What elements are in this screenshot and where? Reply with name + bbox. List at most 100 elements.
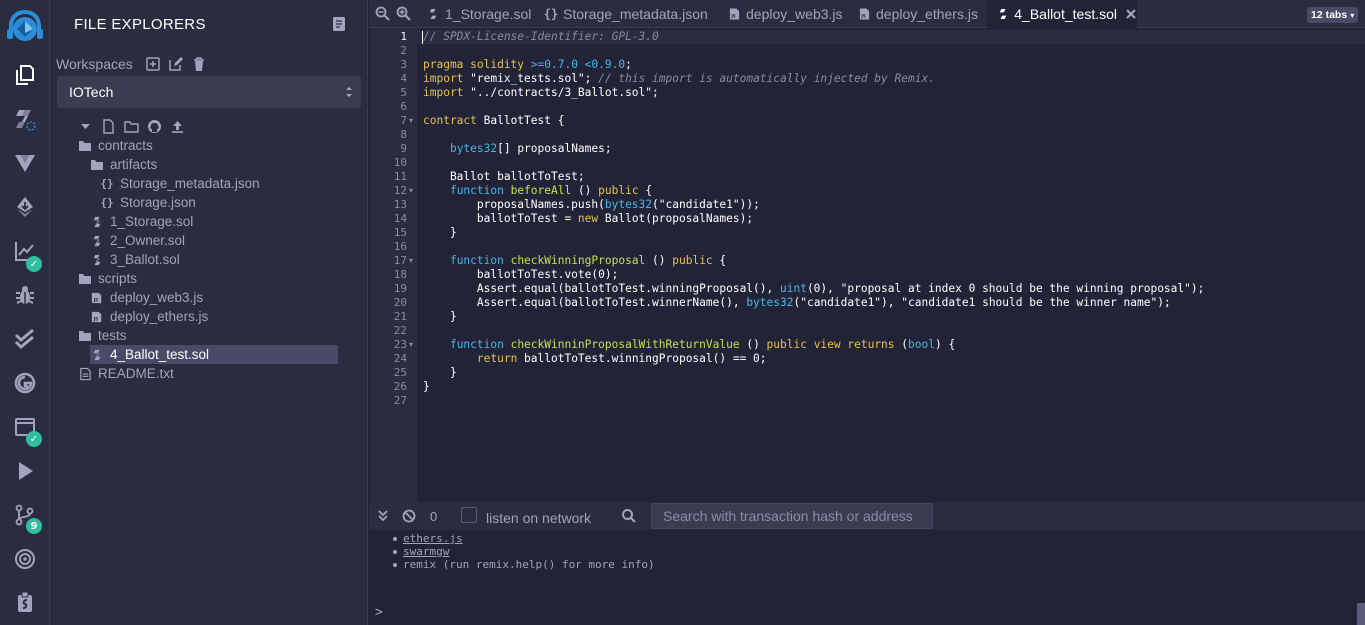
remix-logo-icon[interactable]	[4, 7, 46, 47]
git-badge: 9	[26, 518, 42, 534]
tree-file[interactable]: 2_Owner.sol	[90, 231, 185, 250]
zoom-in-icon[interactable]	[396, 6, 411, 21]
code-token: bytes32	[746, 296, 794, 309]
gas-icon[interactable]	[11, 369, 39, 397]
code-token: }	[423, 226, 457, 239]
workspace-select-value: IOTech	[69, 84, 114, 100]
line-number: 24	[393, 352, 407, 365]
list-bullet	[393, 563, 397, 567]
code-token: import	[423, 86, 471, 99]
terminal-link[interactable]: ethers.js	[403, 532, 463, 545]
code-line: pragma solidity >=0.7.0 <0.9.0;	[423, 58, 632, 71]
settings-icon[interactable]	[11, 588, 39, 616]
line-number: 21	[393, 310, 407, 323]
line-number: 12	[393, 184, 407, 197]
editor-tab[interactable]: JS deploy_ethers.js	[848, 0, 987, 28]
clear-console-icon[interactable]	[402, 509, 416, 523]
fold-toggle-icon[interactable]: ▾	[409, 116, 413, 125]
deploy-run-icon[interactable]	[11, 193, 39, 221]
tree-folder[interactable]: contracts	[78, 136, 153, 155]
line-number: 27	[393, 394, 407, 407]
vyper-icon[interactable]	[11, 149, 39, 177]
tree-file[interactable]: {} Storage_metadata.json	[100, 174, 259, 193]
line-number: 3	[400, 58, 407, 71]
close-tab-icon[interactable]	[1125, 8, 1137, 20]
code-token: ));	[739, 198, 760, 211]
code-token: "../contracts/3_Ballot.sol"	[470, 86, 653, 99]
code-line: Assert.equal(ballotToTest.winnerName(), …	[423, 296, 1171, 309]
plugin-manager-icon[interactable]	[11, 545, 39, 573]
minimize-terminal-icon[interactable]	[376, 509, 390, 523]
tree-file[interactable]: JS deploy_ethers.js	[90, 307, 208, 326]
tree-file[interactable]: JS deploy_web3.js	[90, 288, 203, 307]
terminal-prompt[interactable]: >	[375, 605, 383, 620]
tabs-count-dropdown[interactable]: 12 tabs ▾	[1307, 7, 1359, 23]
transaction-search-input[interactable]	[651, 503, 933, 529]
new-file-icon[interactable]	[101, 119, 116, 134]
editor-tab[interactable]: {} Storage_metadata.json	[535, 0, 718, 28]
docs-icon[interactable]	[332, 17, 346, 31]
new-folder-icon[interactable]	[124, 119, 139, 134]
icon-bar: ✓ ✓ 9	[0, 0, 50, 625]
collapse-caret-icon[interactable]	[78, 119, 93, 134]
tree-file[interactable]: {} Storage.json	[100, 193, 195, 212]
editor-tab[interactable]: 4_Ballot_test.sol	[987, 0, 1137, 28]
file-explorer-icon[interactable]	[11, 61, 39, 89]
code-line: function checkWinninProposalWithReturnVa…	[423, 338, 955, 351]
terminal-scrollbar[interactable]	[1357, 603, 1365, 625]
line-number: 11	[393, 170, 407, 183]
tree-file[interactable]: 3_Ballot.sol	[90, 250, 180, 269]
fold-toggle-icon[interactable]: ▾	[409, 340, 413, 349]
code-line: Ballot ballotToTest;	[423, 170, 585, 183]
tree-file[interactable]: README.txt	[78, 364, 174, 383]
tree-folder[interactable]: tests	[78, 326, 127, 345]
zoom-out-icon[interactable]	[375, 6, 390, 21]
terminal-link[interactable]: swarmgw	[403, 545, 449, 558]
line-number: 14	[393, 212, 407, 225]
create-workspace-icon[interactable]	[145, 56, 161, 72]
tree-file[interactable]: 4_Ballot_test.sol	[90, 345, 338, 364]
tree-item-label: deploy_web3.js	[110, 290, 204, 305]
tree-file[interactable]: 1_Storage.sol	[90, 212, 193, 231]
mythx-badge: ✓	[26, 431, 42, 447]
tree-folder[interactable]: scripts	[78, 269, 137, 288]
line-number: 13	[393, 198, 407, 211]
terminal-line: swarmgw	[403, 545, 449, 558]
editor-tab-bar: 1_Storage.sol {} Storage_metadata.json JS de…	[369, 0, 1365, 28]
code-token: "candidate1"	[800, 296, 882, 309]
github-icon[interactable]	[147, 119, 162, 134]
debugger-icon[interactable]	[11, 281, 39, 309]
code-token: function	[449, 338, 511, 351]
code-editor[interactable]: 1 2 3 4 5 6 7 ▾ 8 9 10 11 12 ▾ 13 14 15 16 17 ▾ 18 19 20 21 22 23…	[369, 28, 1365, 502]
workspace-select[interactable]: IOTech	[57, 76, 361, 108]
fold-toggle-icon[interactable]: ▾	[409, 256, 413, 265]
unit-testing-icon[interactable]	[11, 325, 39, 353]
run-script-icon[interactable]	[11, 457, 39, 485]
editor-tab[interactable]: 1_Storage.sol	[417, 0, 535, 28]
code-token: ballotToTest.winningProposal() == 0;	[517, 352, 767, 365]
solidity-file-icon	[427, 7, 439, 21]
code-token: Assert.equal(ballotToTest.winningProposa…	[423, 282, 780, 295]
fold-toggle-icon[interactable]: ▾	[409, 186, 413, 195]
code-token: Assert.equal(ballotToTest.winnerName(),	[423, 296, 747, 309]
code-token: ()	[571, 184, 599, 197]
code-token: ;	[652, 86, 659, 99]
solidity-compiler-icon[interactable]	[11, 105, 39, 133]
folder-icon	[78, 139, 92, 153]
code-token: new	[577, 212, 599, 225]
terminal-output[interactable]: ethers.js swarmgw remix (run remix.help() …	[369, 530, 1365, 625]
js-file-icon: JS	[90, 310, 104, 324]
svg-text:JS: JS	[730, 14, 736, 19]
code-line: function beforeAll () public {	[423, 184, 652, 197]
tree-folder[interactable]: artifacts	[90, 155, 157, 174]
tree-item-label: 2_Owner.sol	[110, 233, 186, 248]
upload-icon[interactable]	[170, 119, 185, 134]
editor-tab[interactable]: JS deploy_web3.js	[718, 0, 848, 28]
delete-workspace-icon[interactable]	[191, 56, 207, 72]
listen-network-checkbox[interactable]	[461, 507, 477, 523]
rename-workspace-icon[interactable]	[168, 56, 184, 72]
